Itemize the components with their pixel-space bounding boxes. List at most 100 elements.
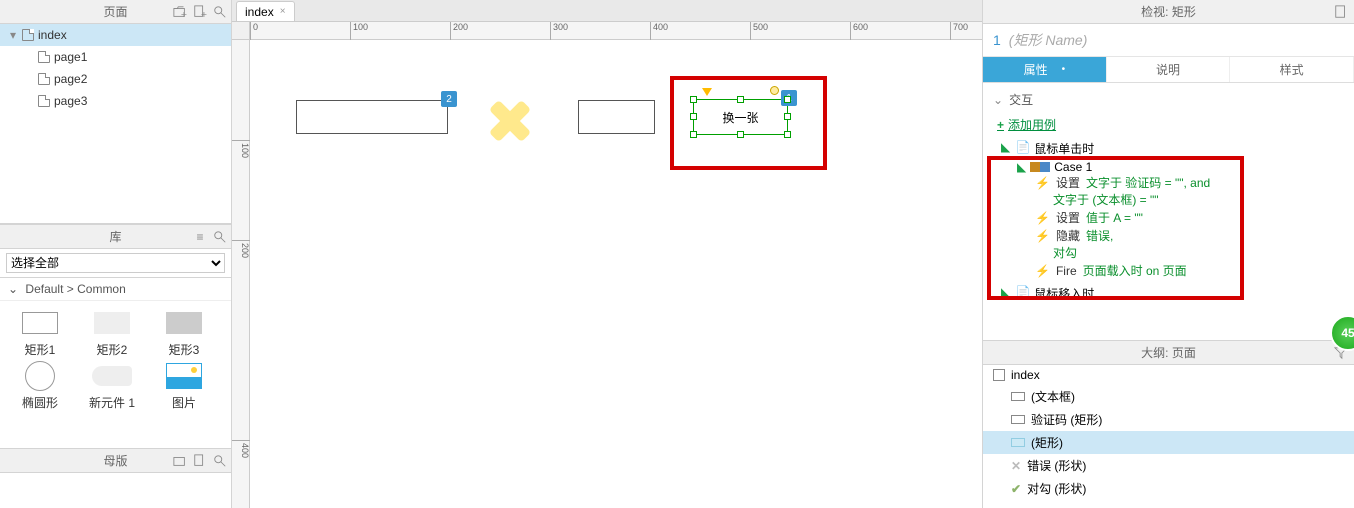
outline-item[interactable]: (矩形) <box>983 431 1354 454</box>
rect-icon <box>1011 438 1025 447</box>
resize-handle[interactable] <box>784 96 791 103</box>
x-shape-icon: ✕ <box>1011 459 1021 473</box>
add-page-icon[interactable]: + <box>193 5 207 19</box>
search-pages-icon[interactable] <box>213 5 227 19</box>
selected-object-text: 换一张 <box>722 109 758 126</box>
triangle-down-icon: ◣ <box>1001 140 1010 154</box>
pages-tree: ▾ index page1 page2 page3 <box>0 24 231 224</box>
add-case-link[interactable]: +添加用例 <box>983 112 1354 137</box>
widget-rect3[interactable]: 矩形3 <box>148 309 220 358</box>
ruler-corner <box>232 22 250 40</box>
outline-panel: 大纲: 页面 index (文本框) 验证码 (矩形) (矩 <box>983 340 1354 508</box>
action-row[interactable]: ⚡ 隐藏 错误, <box>983 227 1354 245</box>
resize-handle[interactable] <box>737 131 744 138</box>
canvas-object-rect-b[interactable] <box>578 100 655 134</box>
library-select[interactable]: 选择全部 <box>6 253 225 273</box>
outline-list: index (文本框) 验证码 (矩形) (矩形) ✕ 错误 (形状) <box>983 365 1354 508</box>
add-folder-icon[interactable] <box>173 454 187 468</box>
ruler-horizontal: 0 100 200 300 400 500 600 700 <box>250 22 982 40</box>
bolt-icon: ⚡ <box>1035 174 1050 192</box>
page-tree-item[interactable]: page3 <box>0 90 231 112</box>
event-icon: 📄 <box>1016 285 1030 299</box>
left-sidebar: 页面 + + ▾ index page1 page2 <box>0 0 232 508</box>
library-group-header[interactable]: ⌄ Default > Common <box>0 278 231 301</box>
library-select-wrap: 选择全部 <box>0 249 231 278</box>
page-tree-root[interactable]: ▾ index <box>0 24 231 46</box>
action-row[interactable]: ⚡ 设置 文字于 验证码 = "", and <box>983 174 1354 192</box>
canvas-tab[interactable]: index × <box>236 1 295 21</box>
action-continuation: 文字于 (文本框) = "" <box>983 192 1354 209</box>
masters-panel-header: 母版 <box>0 449 231 473</box>
widget-ellipse[interactable]: 椭圆形 <box>4 362 76 411</box>
chevron-down-icon: ⌄ <box>993 93 1003 107</box>
resize-handle[interactable] <box>690 113 697 120</box>
chevron-down-icon: ⌄ <box>8 282 18 296</box>
event-row[interactable]: ◣ 📄 鼠标移入时 <box>983 282 1354 305</box>
menu-icon[interactable]: ≡ <box>193 230 207 244</box>
caret-down-icon[interactable]: ▾ <box>8 28 18 42</box>
outline-title: 大纲: 页面 <box>1141 344 1196 361</box>
widget-rect2[interactable]: 矩形2 <box>76 309 148 358</box>
search-library-icon[interactable] <box>213 230 227 244</box>
tab-notes[interactable]: 说明 <box>1107 57 1231 82</box>
check-shape-icon: ✔ <box>1011 482 1021 496</box>
outline-item[interactable]: ✕ 错误 (形状) <box>983 454 1354 477</box>
canvas-object-selected[interactable]: 换一张 1 <box>694 100 787 134</box>
widget-image[interactable]: 图片 <box>148 362 220 411</box>
canvas-viewport[interactable]: 0 100 200 300 400 500 600 700 100 200 40… <box>232 22 982 508</box>
add-folder-icon[interactable]: + <box>173 5 187 19</box>
outline-item[interactable]: ✔ 对勾 (形状) <box>983 477 1354 500</box>
tab-properties[interactable]: 属性• <box>983 57 1107 82</box>
canvas-stage[interactable]: 2 换一张 1 <box>250 40 982 508</box>
canvas-object-rect-a[interactable]: 2 <box>296 100 448 134</box>
page-icon <box>22 29 34 41</box>
connection-point-icon[interactable] <box>770 86 779 95</box>
tab-style[interactable]: 样式 <box>1230 57 1354 82</box>
outline-item[interactable]: 验证码 (矩形) <box>983 408 1354 431</box>
widget-pill[interactable]: 新元件 1 <box>76 362 148 411</box>
widget-rect1[interactable]: 矩形1 <box>4 309 76 358</box>
case-icon <box>1030 162 1050 172</box>
resize-handle[interactable] <box>784 113 791 120</box>
resize-handle[interactable] <box>690 131 697 138</box>
outline-item[interactable]: (文本框) <box>983 385 1354 408</box>
page-icon[interactable] <box>1334 5 1348 19</box>
inspector-title: 检视: 矩形 <box>1141 3 1196 20</box>
outline-header: 大纲: 页面 <box>983 341 1354 365</box>
case-row[interactable]: ◣ Case 1 <box>983 160 1354 174</box>
svg-text:+: + <box>201 9 207 19</box>
page-icon <box>993 369 1005 381</box>
resize-handle[interactable] <box>690 96 697 103</box>
event-row[interactable]: ◣ 📄 鼠标单击时 <box>983 137 1354 160</box>
triangle-right-icon: ◣ <box>1001 285 1010 299</box>
search-masters-icon[interactable] <box>213 454 227 468</box>
page-icon <box>38 73 50 85</box>
triangle-down-icon: ◣ <box>1017 160 1026 174</box>
inspector-header: 检视: 矩形 <box>983 0 1354 24</box>
shape-name-field[interactable]: 1 (矩形 Name) <box>983 24 1354 57</box>
page-icon <box>38 95 50 107</box>
action-row[interactable]: ⚡ Fire 页面载入时 on 页面 <box>983 262 1354 280</box>
plus-icon: + <box>997 118 1004 132</box>
svg-text:+: + <box>181 9 187 19</box>
canvas-area: index × 0 100 200 300 400 500 600 700 10… <box>232 0 982 508</box>
interactions-section-header[interactable]: ⌄ 交互 <box>983 87 1354 112</box>
inspector-panel: 检视: 矩形 1 (矩形 Name) 属性• 说明 样式 ⌄ 交互 +添加用例 … <box>982 0 1354 508</box>
shape-name-placeholder: (矩形 Name) <box>1009 30 1088 50</box>
close-tab-icon[interactable]: × <box>280 6 286 17</box>
action-continuation: 对勾 <box>983 245 1354 262</box>
resize-handle[interactable] <box>784 131 791 138</box>
outline-root[interactable]: index <box>983 365 1354 385</box>
add-master-icon[interactable] <box>193 454 207 468</box>
page-tree-item[interactable]: page2 <box>0 68 231 90</box>
action-row[interactable]: ⚡ 设置 值于 A = "" <box>983 209 1354 227</box>
pages-panel-header: 页面 + + <box>0 0 231 24</box>
canvas-tabs: index × <box>232 0 982 22</box>
resize-handle[interactable] <box>737 96 744 103</box>
event-icon: 📄 <box>1016 140 1030 154</box>
property-tabs: 属性• 说明 样式 <box>983 57 1354 83</box>
rect-icon <box>1011 415 1025 424</box>
shape-index: 1 <box>993 32 1001 48</box>
page-tree-item[interactable]: page1 <box>0 46 231 68</box>
canvas-object-x-shape[interactable] <box>487 98 533 144</box>
